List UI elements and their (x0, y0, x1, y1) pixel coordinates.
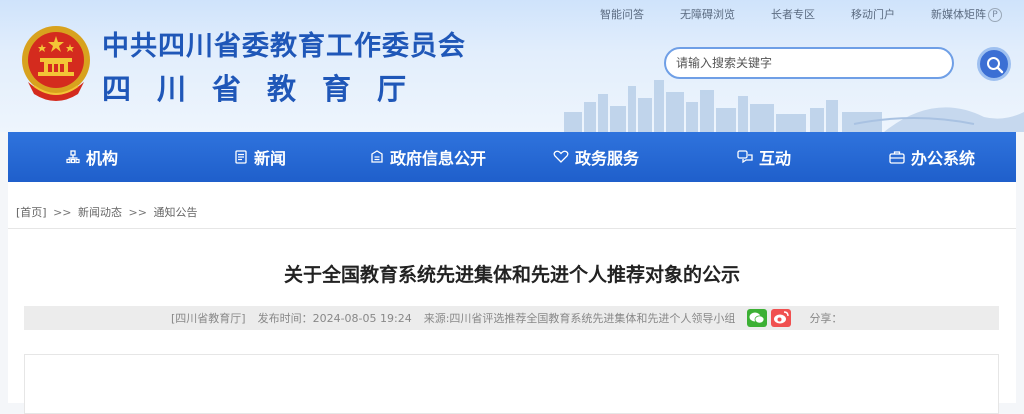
top-link-smart-qa[interactable]: 智能问答 (600, 6, 644, 22)
breadcrumb-home[interactable]: [首页] (16, 206, 47, 219)
top-utility-links: 智能问答 无障碍浏览 长者专区 移动门户 新媒体矩阵 P (600, 6, 1002, 22)
top-link-accessibility[interactable]: 无障碍浏览 (680, 6, 735, 22)
breadcrumb-news[interactable]: 新闻动态 (78, 206, 122, 219)
news-icon (235, 150, 247, 164)
nav-item-news-label: 新闻 (253, 149, 286, 168)
nav-item-office[interactable]: 办公系统 (848, 132, 1016, 182)
breadcrumb-divider (8, 228, 1016, 229)
new-media-icon: P (988, 8, 1002, 22)
meta-org: [四川省教育厅] (171, 312, 246, 325)
meta-publish-time: 发布时间：2024-08-05 19:24 (257, 312, 412, 325)
share-label: 分享： (809, 312, 843, 325)
nav-item-interaction-label: 互动 (758, 149, 791, 168)
article-page: [首页] >> 新闻动态 >> 通知公告 关于全国教育系统先进集体和先进个人推荐… (8, 182, 1016, 414)
weibo-share-icon[interactable] (771, 309, 792, 327)
article-title: 关于全国教育系统先进集体和先进个人推荐对象的公示 (283, 264, 740, 286)
breadcrumb: [首页] >> 新闻动态 >> 通知公告 (16, 204, 197, 220)
national-emblem-logo (22, 26, 90, 101)
breadcrumb-separator: >> (128, 206, 147, 219)
nav-item-org-label: 机构 (85, 149, 118, 168)
article-body (24, 354, 999, 414)
nav-item-interaction[interactable]: 互动 (680, 132, 848, 182)
breadcrumb-separator: >> (53, 206, 72, 219)
wechat-share-icon[interactable] (747, 309, 768, 327)
nav-item-news[interactable]: 新闻 (176, 132, 344, 182)
main-nav: 机构 新闻 政府信息公开 政务服务 互动 办公系统 (8, 132, 1016, 182)
top-link-elder-zone[interactable]: 长者专区 (771, 6, 815, 22)
city-skyline-decoration (564, 80, 1024, 132)
top-link-new-media[interactable]: 新媒体矩阵 P (931, 6, 1002, 22)
nav-item-org[interactable]: 机构 (8, 132, 176, 182)
search-input[interactable] (664, 47, 954, 79)
org-icon (66, 150, 80, 164)
nav-item-service-label: 政务服务 (574, 149, 639, 168)
interaction-icon (737, 150, 753, 164)
breadcrumb-notices[interactable]: 通知公告 (153, 206, 197, 219)
info-disclosure-icon (371, 150, 383, 163)
search-button[interactable] (977, 47, 1011, 81)
nav-item-service[interactable]: 政务服务 (512, 132, 680, 182)
top-link-mobile-portal[interactable]: 移动门户 (851, 6, 895, 22)
meta-source: 来源:四川省评选推荐全国教育系统先进集体和先进个人领导小组 (423, 312, 736, 325)
service-icon (553, 150, 569, 163)
site-header: 智能问答 无障碍浏览 长者专区 移动门户 新媒体矩阵 P 中共四川省委教育工作委员… (0, 0, 1024, 132)
nav-item-info-disclosure[interactable]: 政府信息公开 (344, 132, 512, 182)
nav-item-info-disclosure-label: 政府信息公开 (389, 149, 486, 168)
site-subtitle: 四川省教育厅 (102, 72, 433, 106)
office-icon (889, 151, 905, 164)
nav-item-office-label: 办公系统 (910, 149, 975, 168)
search-icon (987, 57, 1004, 74)
top-link-new-media-label: 新媒体矩阵 (931, 8, 986, 21)
site-title: 中共四川省委教育工作委员会 (102, 31, 466, 62)
article-meta-bar: [四川省教育厅] 发布时间：2024-08-05 19:24 来源:四川省评选推… (24, 306, 999, 330)
